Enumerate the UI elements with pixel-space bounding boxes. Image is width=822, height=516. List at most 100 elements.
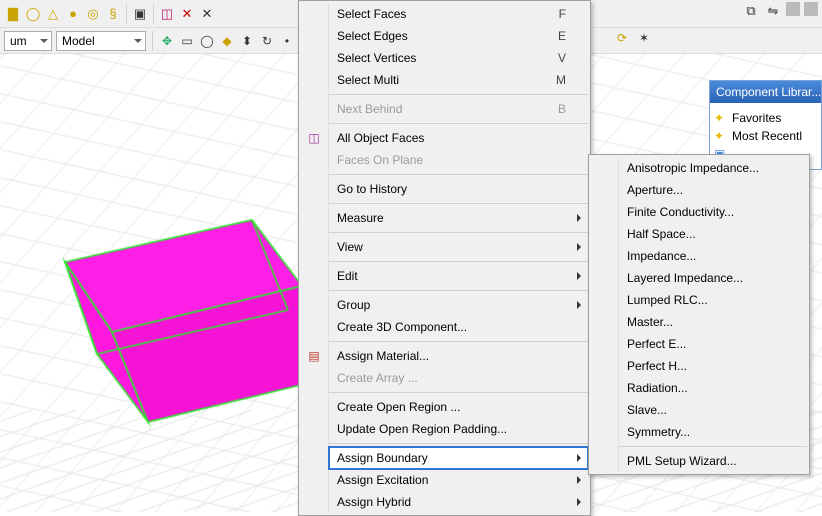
- menu-label: Group: [337, 298, 370, 312]
- menu-assign-excitation[interactable]: Assign Excitation: [329, 469, 588, 491]
- menu-select-multi[interactable]: Select Multi M: [329, 69, 588, 91]
- circle-icon[interactable]: ◯: [199, 33, 215, 49]
- menu-label: PML Setup Wizard...: [627, 454, 737, 468]
- submenu-half-space[interactable]: Half Space...: [619, 223, 807, 245]
- submenu-finite-conductivity[interactable]: Finite Conductivity...: [619, 201, 807, 223]
- tree-recent[interactable]: ✦ Most Recentl: [714, 127, 819, 145]
- submenu-impedance[interactable]: Impedance...: [619, 245, 807, 267]
- submenu-aperture[interactable]: Aperture...: [619, 179, 807, 201]
- menu-label: Slave...: [627, 403, 667, 417]
- menu-label: Faces On Plane: [337, 153, 423, 167]
- toolbar-right-group: ⧉ ⇋: [742, 2, 818, 20]
- submenu-perfect-e[interactable]: Perfect E...: [619, 333, 807, 355]
- cube-icon[interactable]: ▇: [4, 5, 22, 23]
- submenu-lumped-rlc[interactable]: Lumped RLC...: [619, 289, 807, 311]
- menu-gutter: [589, 155, 616, 474]
- menu-label: Assign Material...: [337, 349, 429, 363]
- submenu-anisotropic-impedance[interactable]: Anisotropic Impedance...: [619, 157, 807, 179]
- menu-all-object-faces[interactable]: ◫ All Object Faces: [329, 127, 588, 149]
- menu-separator: [329, 232, 588, 233]
- menu-select-faces[interactable]: Select Faces F: [329, 3, 588, 25]
- cube-wire-icon: ◫: [306, 130, 322, 146]
- menu-label: Anisotropic Impedance...: [627, 161, 759, 175]
- swatch-icon[interactable]: [786, 2, 800, 16]
- red-x-icon[interactable]: ✕: [178, 5, 196, 23]
- star-icon: ✦: [714, 111, 728, 125]
- select-icon[interactable]: ▣: [131, 5, 149, 23]
- menu-create-3d-component[interactable]: Create 3D Component...: [329, 316, 588, 338]
- star-icon: ✦: [714, 129, 728, 143]
- menu-assign-hybrid[interactable]: Assign Hybrid: [329, 491, 588, 513]
- submenu-pml-setup[interactable]: PML Setup Wizard...: [619, 450, 807, 472]
- menu-separator: [329, 203, 588, 204]
- menu-label: All Object Faces: [337, 131, 424, 145]
- units-dropdown[interactable]: um: [4, 31, 52, 51]
- menu-label: Impedance...: [627, 249, 696, 263]
- revolve-icon[interactable]: ↻: [259, 33, 275, 49]
- units-value: um: [10, 34, 27, 48]
- menu-label: Half Space...: [627, 227, 696, 241]
- swatch2-icon[interactable]: [804, 2, 818, 16]
- menu-shortcut: E: [534, 29, 566, 43]
- sphere-icon[interactable]: ●: [64, 5, 82, 23]
- menu-view[interactable]: View: [329, 236, 588, 258]
- tree-label: Favorites: [732, 111, 781, 125]
- menu-label: Layered Impedance...: [627, 271, 743, 285]
- submenu-master[interactable]: Master...: [619, 311, 807, 333]
- menu-measure[interactable]: Measure: [329, 207, 588, 229]
- menu-label: Select Faces: [337, 7, 406, 21]
- refresh-icon[interactable]: ⟳: [614, 30, 630, 46]
- move-icon[interactable]: ✥: [159, 33, 175, 49]
- menu-separator: [329, 123, 588, 124]
- menu-label: Master...: [627, 315, 673, 329]
- menu-label: Perfect H...: [627, 359, 687, 373]
- submenu-slave[interactable]: Slave...: [619, 399, 807, 421]
- box-wire-icon[interactable]: ◫: [158, 5, 176, 23]
- menu-gutter: [299, 1, 326, 515]
- menu-label: Update Open Region Padding...: [337, 422, 507, 436]
- menu-update-open-region[interactable]: Update Open Region Padding...: [329, 418, 588, 440]
- menu-label: Symmetry...: [627, 425, 690, 439]
- menu-select-vertices[interactable]: Select Vertices V: [329, 47, 588, 69]
- menu-label: Create 3D Component...: [337, 320, 467, 334]
- submenu-layered-impedance[interactable]: Layered Impedance...: [619, 267, 807, 289]
- torus-icon[interactable]: ◎: [84, 5, 102, 23]
- menu-label: Assign Excitation: [337, 473, 428, 487]
- submenu-perfect-h[interactable]: Perfect H...: [619, 355, 807, 377]
- cylinder-icon[interactable]: ◯: [24, 5, 42, 23]
- menu-shortcut: B: [534, 102, 566, 116]
- menu-edit[interactable]: Edit: [329, 265, 588, 287]
- menu-go-to-history[interactable]: Go to History: [329, 178, 588, 200]
- extrude-icon[interactable]: ⬍: [239, 33, 255, 49]
- menu-create-array: Create Array ...: [329, 367, 588, 389]
- menu-assign-boundary[interactable]: Assign Boundary: [329, 447, 588, 469]
- diamond-icon[interactable]: ◆: [219, 33, 235, 49]
- submenu-radiation[interactable]: Radiation...: [619, 377, 807, 399]
- menu-shortcut: F: [535, 7, 566, 21]
- menu-separator: [329, 94, 588, 95]
- menu-label: Go to History: [337, 182, 407, 196]
- menu-create-open-region[interactable]: Create Open Region ...: [329, 396, 588, 418]
- point-icon[interactable]: •: [279, 33, 295, 49]
- menu-label: Next Behind: [337, 102, 402, 116]
- assign-boundary-submenu: Anisotropic Impedance... Aperture... Fin…: [588, 154, 810, 475]
- tree-favorites[interactable]: ✦ Favorites: [714, 109, 819, 127]
- menu-label: Select Vertices: [337, 51, 416, 65]
- submenu-symmetry[interactable]: Symmetry...: [619, 421, 807, 443]
- cone-icon[interactable]: △: [44, 5, 62, 23]
- menu-label: Radiation...: [627, 381, 688, 395]
- flip-h-icon[interactable]: ⇋: [764, 2, 782, 20]
- mirror-icon[interactable]: ⧉: [742, 2, 760, 20]
- toolbar-right-lower: ⟳ ✶: [614, 30, 652, 46]
- rect-icon[interactable]: ▭: [179, 33, 195, 49]
- wrench-icon[interactable]: ✶: [636, 30, 652, 46]
- menu-select-edges[interactable]: Select Edges E: [329, 25, 588, 47]
- mode-dropdown[interactable]: Model: [56, 31, 146, 51]
- menu-group[interactable]: Group: [329, 294, 588, 316]
- close-x-icon[interactable]: ✕: [198, 5, 216, 23]
- menu-label: Select Multi: [337, 73, 399, 87]
- menu-faces-on-plane: Faces On Plane: [329, 149, 588, 171]
- menu-label: View: [337, 240, 363, 254]
- menu-assign-material[interactable]: ▤ Assign Material...: [329, 345, 588, 367]
- helix-icon[interactable]: §: [104, 5, 122, 23]
